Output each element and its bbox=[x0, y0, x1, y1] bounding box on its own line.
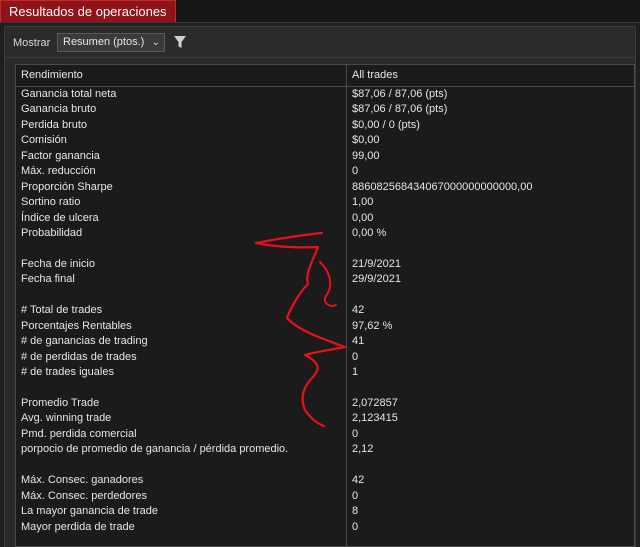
top-bar: Resultados de operaciones bbox=[0, 0, 640, 23]
metric-value: 97,62 % bbox=[352, 319, 393, 332]
table-header: Rendimiento All trades bbox=[16, 65, 634, 87]
metric-label: Pmd. perdida comercial bbox=[21, 427, 137, 440]
table-row[interactable]: porpocio de promedio de ganancia / pérdi… bbox=[16, 443, 634, 458]
metric-label: Índice de ulcera bbox=[21, 211, 99, 224]
metric-value: 1 bbox=[352, 366, 359, 379]
metric-label: La mayor ganancia de trade bbox=[21, 505, 158, 518]
header-rendimiento[interactable]: Rendimiento bbox=[21, 69, 83, 81]
table-row[interactable]: # de perdidas de trades 0 bbox=[16, 351, 634, 366]
metric-value: 42 bbox=[352, 474, 365, 487]
metric-label: Proporción Sharpe bbox=[21, 180, 113, 193]
metric-value: $87,06 / 87,06 (pts) bbox=[352, 103, 448, 116]
metric-label: Ganancia total neta bbox=[21, 88, 117, 100]
table-row[interactable]: Comisión $0,00 bbox=[16, 134, 634, 149]
table-row[interactable]: Factor ganancia 99,00 bbox=[16, 150, 634, 165]
metric-label: Ganancia bruto bbox=[21, 103, 97, 116]
metric-value: $87,06 / 87,06 (pts) bbox=[352, 88, 448, 100]
table-row[interactable]: Ganancia total neta $87,06 / 87,06 (pts) bbox=[16, 88, 634, 103]
metric-value: 2,12 bbox=[352, 443, 374, 456]
header-all-trades[interactable]: All trades bbox=[352, 69, 398, 81]
table-row[interactable]: # de trades iguales 1 bbox=[16, 366, 634, 381]
table-row[interactable]: Promedio Trade 2,072857 bbox=[16, 397, 634, 412]
filter-icon[interactable] bbox=[173, 34, 187, 50]
metric-value: $0,00 bbox=[352, 134, 380, 147]
metric-value: 0 bbox=[352, 489, 359, 502]
metric-label: Avg. winning trade bbox=[21, 412, 112, 425]
metric-value: 2,123415 bbox=[352, 412, 398, 425]
metric-label: Porcentajes Rentables bbox=[21, 319, 132, 332]
metric-value: 0 bbox=[352, 427, 359, 440]
table-row[interactable]: Fecha final 29/9/2021 bbox=[16, 273, 634, 288]
table-row[interactable]: Máx. Consec. perdedores 0 bbox=[16, 490, 634, 505]
table-row[interactable]: Proporción Sharpe 88608256843406700000000… bbox=[16, 181, 634, 196]
table-row[interactable]: Sortino ratio 1,00 bbox=[16, 196, 634, 211]
table-row[interactable]: Pmd. perdida comercial 0 bbox=[16, 428, 634, 443]
metric-label: Máx. reducción bbox=[21, 165, 96, 178]
table-row[interactable]: Avg. winning trade 2,123415 bbox=[16, 412, 634, 427]
metric-label: # de perdidas de trades bbox=[21, 350, 137, 363]
table-row[interactable]: Porcentajes Rentables 97,62 % bbox=[16, 320, 634, 335]
metric-label: # de trades iguales bbox=[21, 366, 114, 379]
results-panel: Rendimiento All trades Ganancia total ne… bbox=[4, 58, 636, 547]
metric-value: 0 bbox=[352, 350, 359, 363]
table-row[interactable]: # Total de trades 42 bbox=[16, 304, 634, 319]
metric-value: 0 bbox=[352, 520, 359, 533]
metric-label: Fecha de inicio bbox=[21, 257, 95, 270]
metric-value: 1,00 bbox=[352, 196, 374, 209]
metric-label: Comisión bbox=[21, 134, 67, 147]
table-row[interactable]: Ganancia bruto $87,06 / 87,06 (pts) bbox=[16, 103, 634, 118]
metric-value: 41 bbox=[352, 335, 365, 348]
tab-resultados-de-operaciones[interactable]: Resultados de operaciones bbox=[0, 0, 176, 22]
table-row[interactable] bbox=[16, 459, 634, 474]
metric-value: 0 bbox=[352, 165, 359, 178]
mostrar-label: Mostrar bbox=[13, 37, 51, 49]
metric-label: Factor ganancia bbox=[21, 149, 100, 162]
table-row[interactable] bbox=[16, 382, 634, 397]
metric-label: Promedio Trade bbox=[21, 397, 100, 409]
metric-label: # Total de trades bbox=[21, 304, 103, 317]
metric-label: Fecha final bbox=[21, 273, 75, 286]
metric-value: 886082568434067000000000000,00 bbox=[352, 180, 533, 193]
metric-label: Probabilidad bbox=[21, 227, 83, 240]
metric-value: $0,00 / 0 (pts) bbox=[352, 118, 420, 131]
metric-label: Máx. Consec. ganadores bbox=[21, 474, 144, 487]
table-row[interactable]: Probabilidad 0,00 % bbox=[16, 227, 634, 242]
metric-value: 21/9/2021 bbox=[352, 257, 401, 270]
metric-value: 29/9/2021 bbox=[352, 273, 401, 286]
table-row[interactable]: Máx. reducción 0 bbox=[16, 165, 634, 180]
table-row[interactable]: Fecha de inicio 21/9/2021 bbox=[16, 258, 634, 273]
metric-value: 99,00 bbox=[352, 149, 380, 162]
metric-label: Mayor perdida de trade bbox=[21, 520, 135, 533]
table-row[interactable]: Mayor perdida de trade 0 bbox=[16, 521, 634, 536]
metric-label: porpocio de promedio de ganancia / pérdi… bbox=[21, 443, 289, 456]
display-mode-select[interactable]: Resumen (ptos.) ⌄ bbox=[57, 33, 165, 52]
toolbar: Mostrar Resumen (ptos.) ⌄ bbox=[4, 26, 636, 58]
performance-table: Rendimiento All trades Ganancia total ne… bbox=[15, 64, 635, 547]
metric-value: 0,00 % bbox=[352, 227, 387, 240]
table-row[interactable]: La mayor ganancia de trade 8 bbox=[16, 505, 634, 520]
chevron-down-icon: ⌄ bbox=[151, 37, 160, 48]
metric-value: 2,072857 bbox=[352, 397, 398, 409]
table-row[interactable]: Perdida bruto $0,00 / 0 (pts) bbox=[16, 119, 634, 134]
metric-label: Máx. Consec. perdedores bbox=[21, 489, 147, 502]
table-row[interactable]: # de ganancias de trading 41 bbox=[16, 335, 634, 350]
metric-label: Perdida bruto bbox=[21, 118, 88, 131]
display-mode-value: Resumen (ptos.) bbox=[63, 36, 145, 48]
table-row[interactable] bbox=[16, 289, 634, 304]
metric-label: Sortino ratio bbox=[21, 196, 81, 209]
metric-value: 8 bbox=[352, 505, 359, 518]
metric-value: 42 bbox=[352, 304, 365, 317]
metric-label: # de ganancias de trading bbox=[21, 335, 148, 348]
table-row[interactable]: Índice de ulcera 0,00 bbox=[16, 212, 634, 227]
table-row[interactable]: Máx. Consec. ganadores 42 bbox=[16, 474, 634, 489]
table-row[interactable] bbox=[16, 243, 634, 258]
metric-value: 0,00 bbox=[352, 211, 374, 224]
